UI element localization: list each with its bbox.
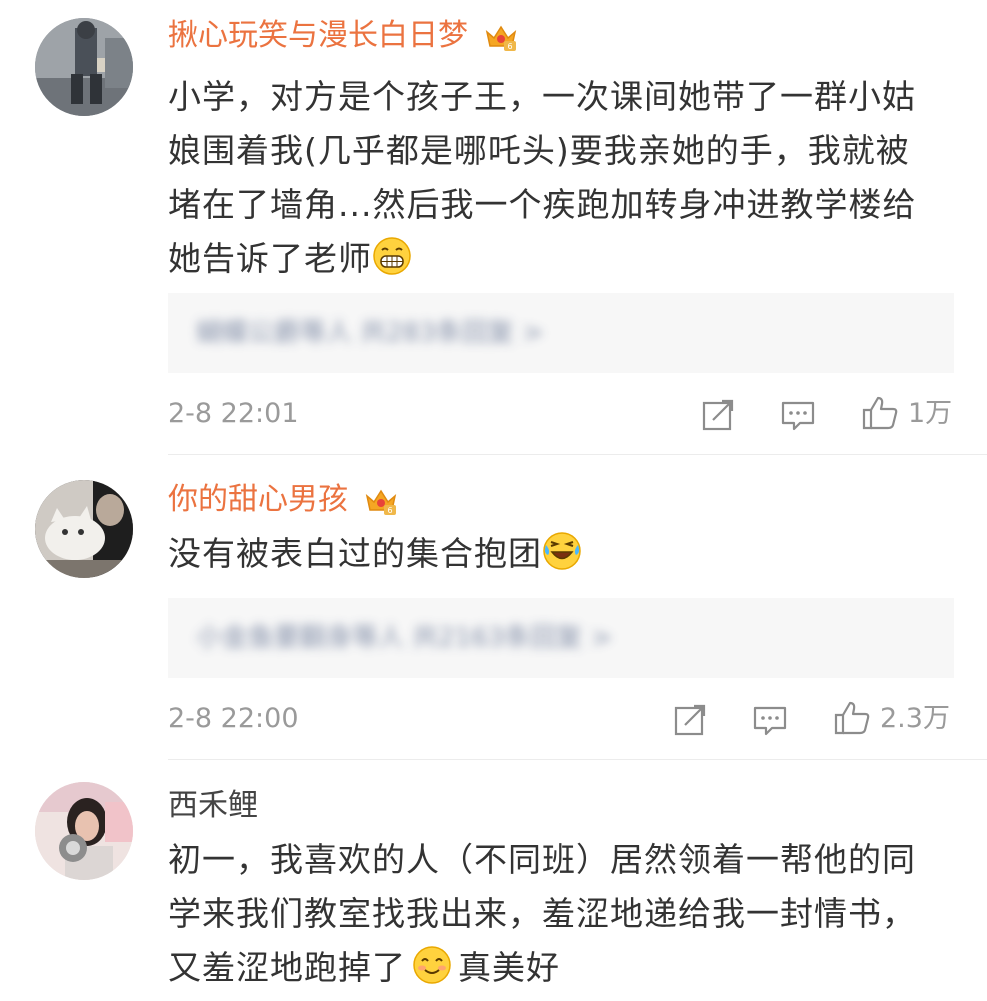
username-text[interactable]: 西禾鲤	[168, 788, 258, 823]
like-count: 1万	[908, 398, 953, 429]
replies-preview[interactable]: 小金鱼要翻身等人 共2163条回复 >	[168, 598, 954, 678]
comment-line: 没有被表白过的集合抱团	[168, 527, 958, 581]
comment-line-tail: 真美好	[458, 948, 560, 987]
username[interactable]: 揪心玩笑与漫长白日梦 6	[168, 18, 518, 54]
comment-line: 学来我们教室找我出来，羞涩地递给我一封情书，	[168, 894, 916, 933]
vip-crown-icon: 6	[364, 486, 398, 516]
comment-text: 没有被表白过的集合抱团	[168, 527, 958, 581]
comment-line-text: 没有被表白过的集合抱团	[168, 534, 542, 573]
username[interactable]: 你的甜心男孩 6	[168, 482, 398, 518]
comment-text: 初一，我喜欢的人（不同班）居然领着一帮他的同 学来我们教室找我出来，羞涩地递给我…	[168, 833, 958, 995]
laugh-cry-emoji-icon	[542, 531, 582, 571]
username-text[interactable]: 你的甜心男孩	[168, 482, 348, 517]
comment-icon[interactable]	[750, 700, 790, 740]
repost-icon[interactable]	[670, 700, 710, 740]
comment-line: 初一，我喜欢的人（不同班）居然领着一帮他的同	[168, 840, 916, 879]
comment-item: 西禾鲤 初一，我喜欢的人（不同班）居然领着一帮他的同 学来我们教室找我出来，羞涩…	[0, 760, 987, 1000]
username[interactable]: 西禾鲤	[168, 788, 258, 824]
repost-icon[interactable]	[698, 395, 738, 435]
comment-line: 她告诉了老师	[168, 232, 958, 286]
avatar[interactable]	[35, 782, 133, 880]
comment-time: 2-8 22:00	[168, 703, 299, 734]
comment-item: 揪心玩笑与漫长白日梦 6 小学，对方是个孩子王，一次课间她带了一群小姑 娘围着我…	[0, 0, 987, 455]
comment-time: 2-8 22:01	[168, 398, 299, 429]
username-text[interactable]: 揪心玩笑与漫长白日梦	[168, 18, 468, 53]
like-count: 2.3万	[880, 703, 950, 734]
like-icon[interactable]	[860, 393, 900, 433]
comment-line: 小学，对方是个孩子王，一次课间她带了一群小姑	[168, 77, 916, 116]
comment-icon[interactable]	[778, 395, 818, 435]
smile-emoji-icon	[412, 945, 452, 985]
avatar[interactable]	[35, 18, 133, 116]
comment-line: 又羞涩地跑掉了 真美好	[168, 941, 958, 995]
like-icon[interactable]	[832, 698, 872, 738]
comment-text: 小学，对方是个孩子王，一次课间她带了一群小姑 娘围着我(几乎都是哪吒头)要我亲她…	[168, 70, 958, 286]
svg-text:6: 6	[387, 506, 392, 515]
comment-line-text: 她告诉了老师	[168, 239, 372, 278]
comment-line-text: 又羞涩地跑掉了	[168, 948, 406, 987]
comment-item: 你的甜心男孩 6 没有被表白过的集合抱团 小金鱼要翻身等人 共2163条回复 >…	[0, 455, 987, 760]
grin-emoji-icon	[372, 236, 412, 276]
comment-line: 娘围着我(几乎都是哪吒头)要我亲她的手，我就被	[168, 131, 910, 170]
replies-preview[interactable]: 蝴蝶公爵等人 共283条回复 >	[168, 293, 954, 373]
svg-text:6: 6	[507, 42, 512, 51]
replies-summary[interactable]: 蝴蝶公爵等人 共283条回复 >	[196, 317, 544, 349]
avatar[interactable]	[35, 480, 133, 578]
comment-line: 堵在了墙角...然后我一个疾跑加转身冲进教学楼给	[168, 185, 917, 224]
vip-crown-icon: 6	[484, 22, 518, 52]
replies-summary[interactable]: 小金鱼要翻身等人 共2163条回复 >	[196, 622, 612, 654]
